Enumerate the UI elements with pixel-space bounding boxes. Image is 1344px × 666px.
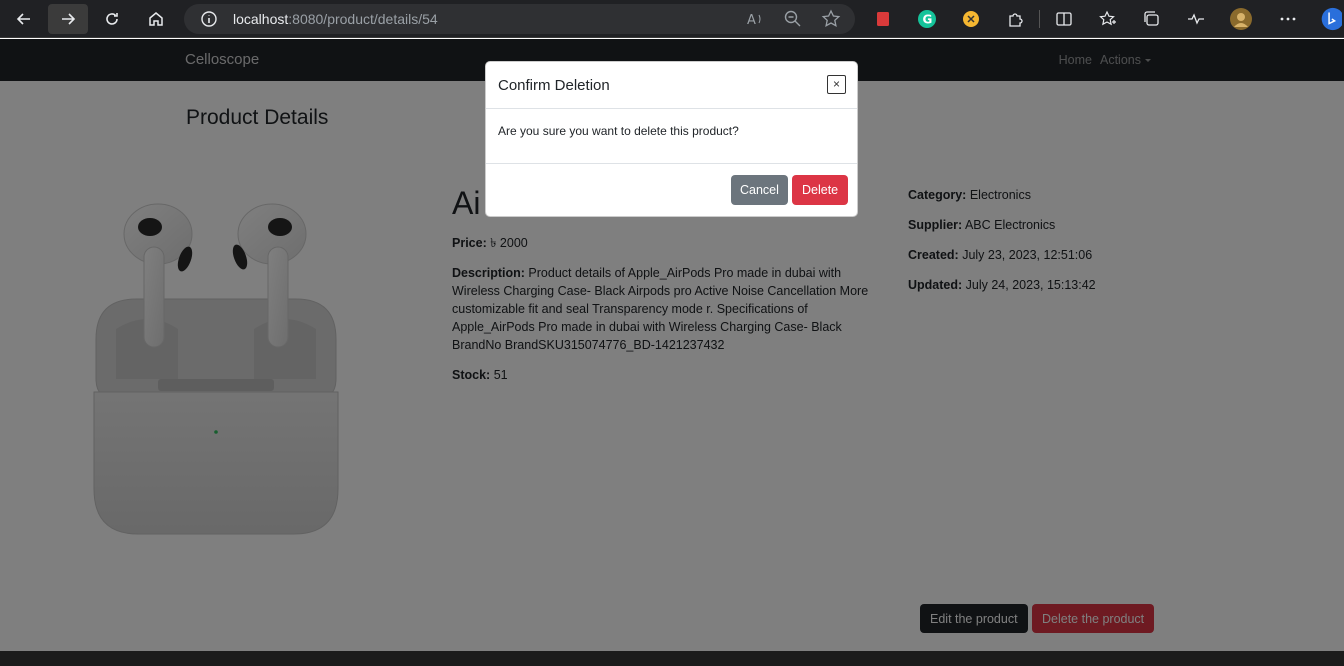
cancel-button[interactable]: Cancel	[731, 175, 788, 205]
arrow-right-icon	[62, 13, 76, 25]
url-host: localhost	[233, 11, 289, 27]
svg-text:G: G	[923, 13, 933, 27]
performance-icon[interactable]	[1184, 7, 1208, 31]
read-aloud-icon[interactable]: A	[745, 9, 765, 29]
more-menu-icon[interactable]	[1276, 7, 1300, 31]
site-info-icon[interactable]	[200, 10, 218, 33]
favorite-star-icon[interactable]	[821, 9, 841, 29]
forward-button[interactable]	[48, 4, 88, 34]
delete-button[interactable]: Delete	[792, 175, 849, 205]
home-icon	[149, 12, 163, 26]
modal-footer: Cancel Delete	[486, 164, 857, 216]
modal-header: Confirm Deletion ×	[486, 62, 857, 109]
address-bar[interactable]: localhost:8080/product/details/54 A	[184, 4, 855, 34]
url-text[interactable]: localhost:8080/product/details/54	[233, 11, 438, 27]
bookmark-extension-icon[interactable]	[871, 7, 895, 31]
modal-title: Confirm Deletion	[498, 77, 610, 94]
modal-message: Are you sure you want to delete this pro…	[498, 124, 739, 138]
browser-toolbar: localhost:8080/product/details/54 A G	[0, 0, 1344, 38]
profile-avatar[interactable]	[1229, 7, 1253, 31]
extensions-puzzle-icon[interactable]	[1003, 7, 1027, 31]
modal-body: Are you sure you want to delete this pro…	[486, 109, 857, 164]
split-screen-icon[interactable]	[1052, 7, 1076, 31]
back-button[interactable]	[4, 4, 44, 34]
zoom-out-icon[interactable]	[783, 9, 803, 29]
grammarly-icon[interactable]: G	[915, 7, 939, 31]
home-button[interactable]	[136, 4, 176, 34]
bing-copilot-icon[interactable]	[1318, 7, 1342, 31]
toolbar-separator	[1039, 10, 1040, 28]
extension-badge-icon[interactable]	[959, 7, 983, 31]
svg-text:A: A	[747, 13, 756, 28]
collections-icon[interactable]	[1140, 7, 1164, 31]
close-icon[interactable]: ×	[827, 75, 846, 94]
refresh-icon	[106, 13, 118, 25]
arrow-left-icon	[16, 13, 30, 25]
page-footer-strip	[0, 651, 1344, 666]
confirm-deletion-modal: Confirm Deletion × Are you sure you want…	[485, 61, 858, 217]
favorites-icon[interactable]	[1096, 7, 1120, 31]
refresh-button[interactable]	[92, 4, 132, 34]
url-path: :8080/product/details/54	[288, 11, 438, 27]
